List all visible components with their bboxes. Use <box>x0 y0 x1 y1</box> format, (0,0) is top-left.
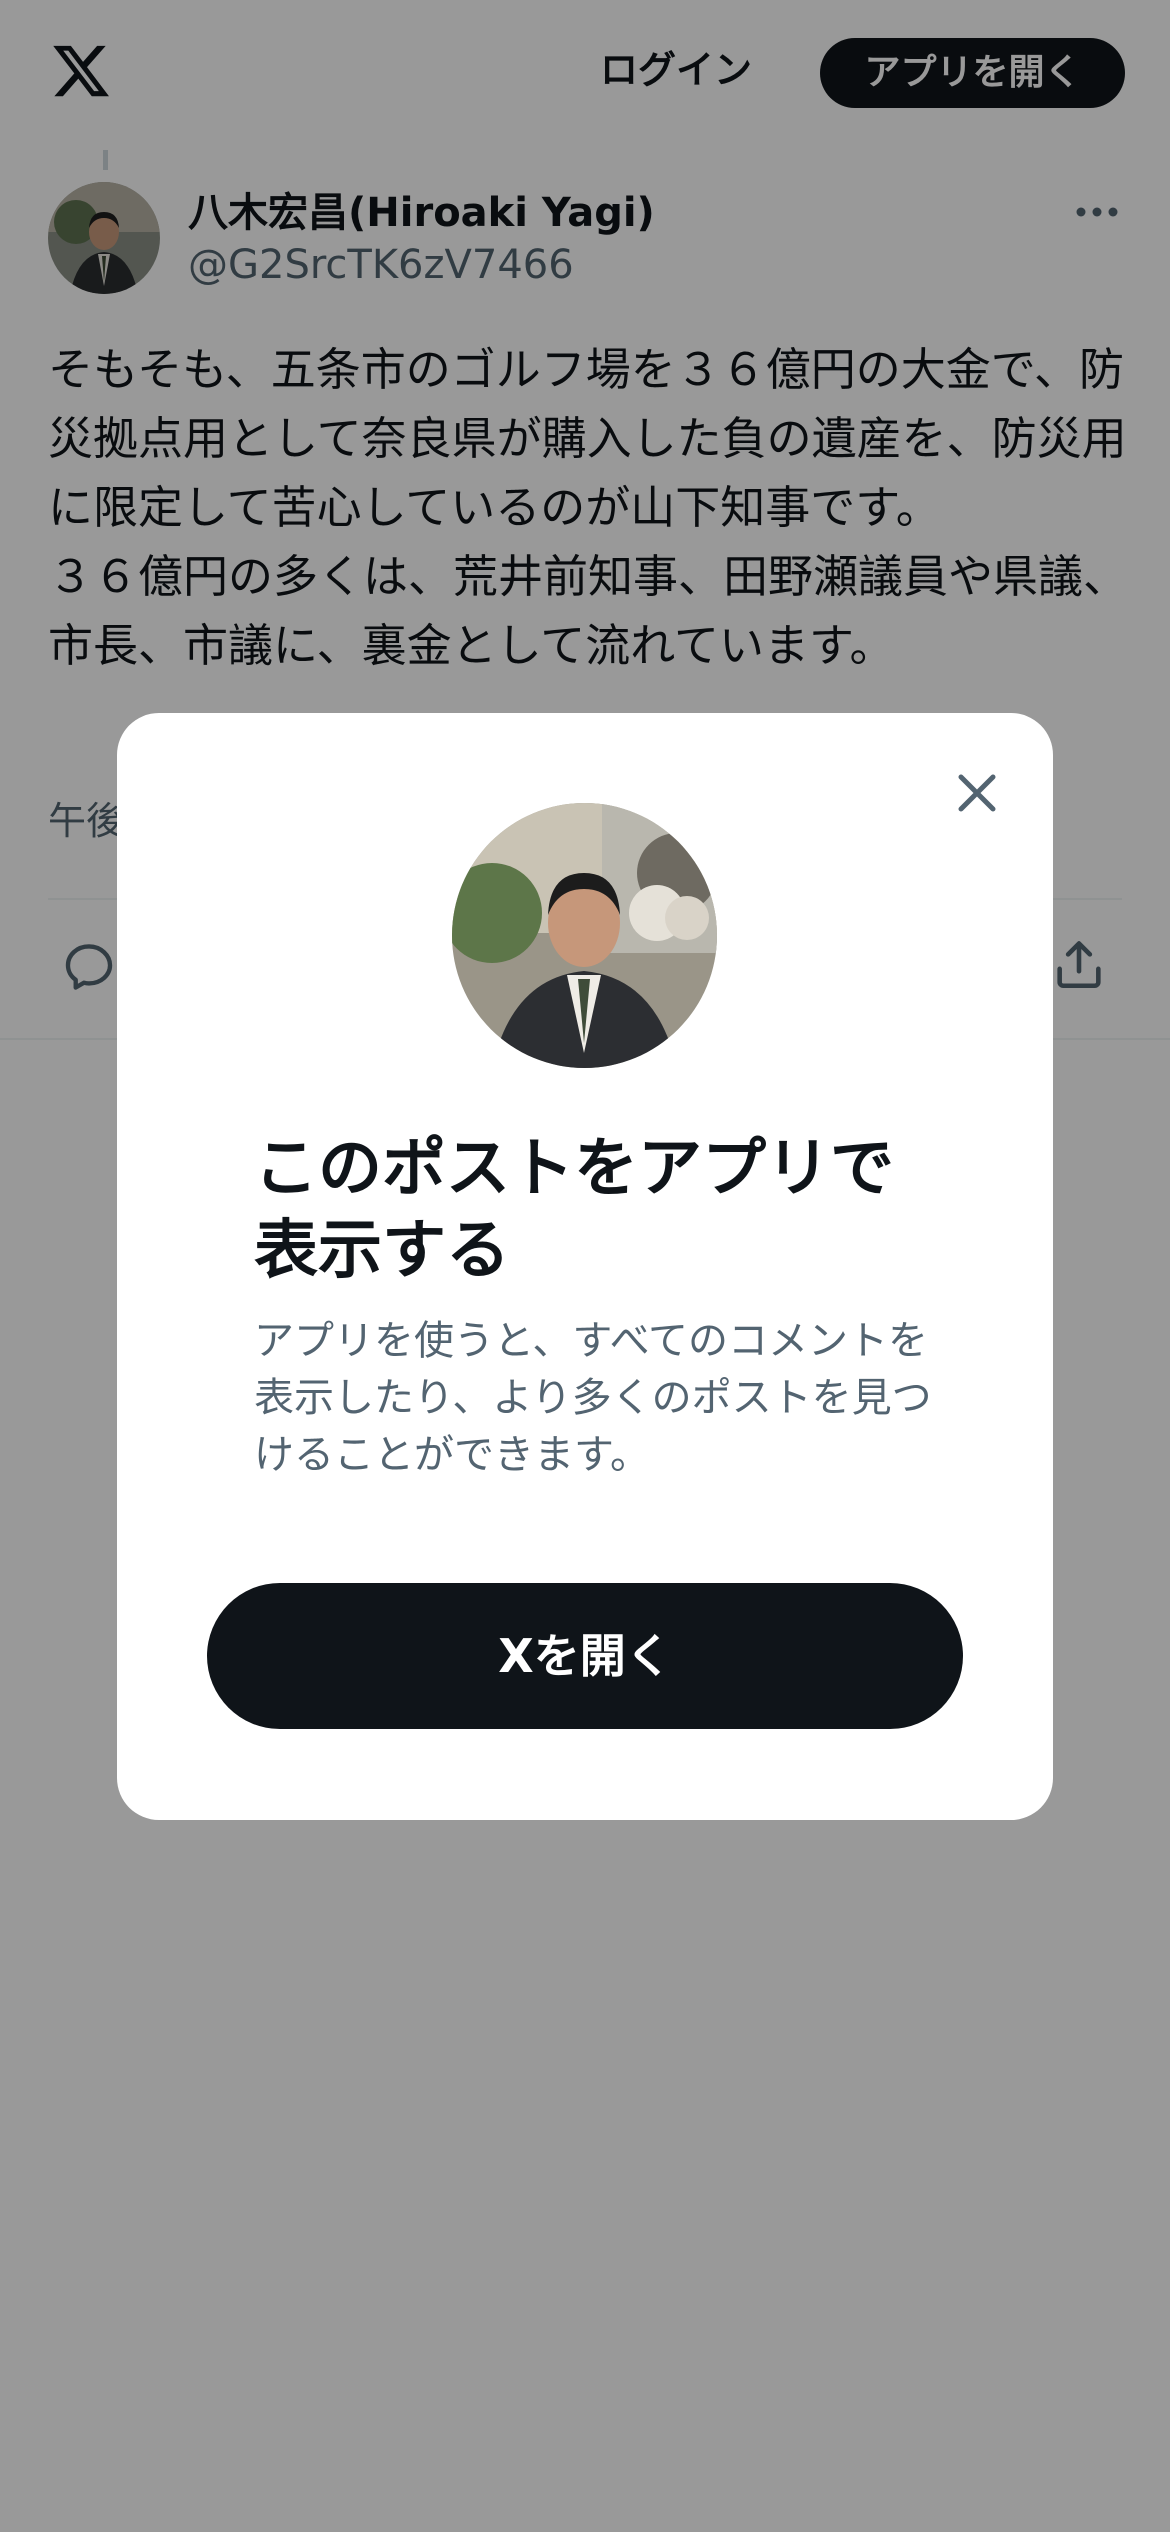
modal-description: アプリを使うと、すべてのコメントを表示したり、より多くのポストを見つけることがで… <box>254 1318 932 1478</box>
avatar <box>452 803 717 1068</box>
open-in-app-modal: このポストをアプリで表示する アプリを使うと、すべてのコメントを表示したり、より… <box>117 713 1053 1820</box>
open-x-button[interactable]: Xを開く <box>207 1583 963 1729</box>
modal-title: このポストをアプリで表示する <box>254 1132 894 1288</box>
close-icon[interactable] <box>947 763 1007 823</box>
